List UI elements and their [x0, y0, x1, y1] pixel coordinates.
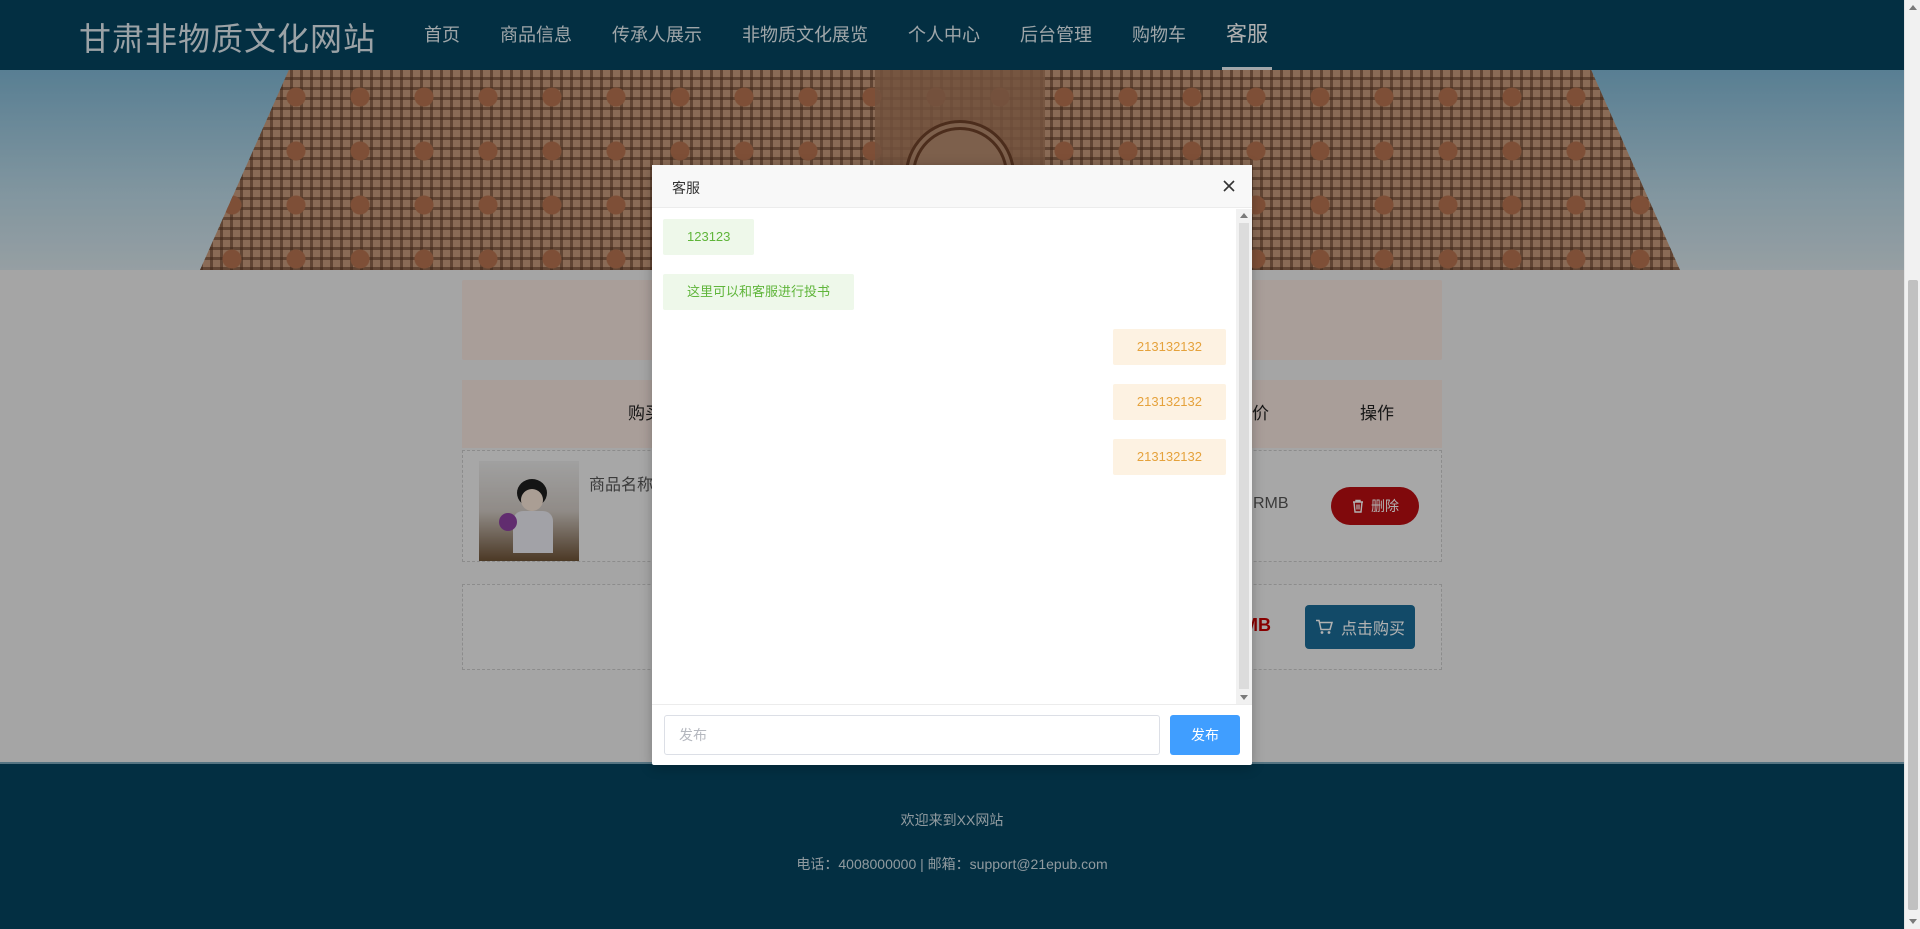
- dialog-footer: 发布: [652, 704, 1252, 765]
- scroll-up-arrow-icon[interactable]: [1909, 5, 1917, 10]
- chat-message-left: 这里可以和客服进行投书: [663, 274, 855, 310]
- page-scrollbar[interactable]: [1904, 0, 1920, 929]
- send-button[interactable]: 发布: [1170, 715, 1240, 755]
- scroll-down-arrow-icon[interactable]: [1909, 919, 1917, 924]
- chat-scroll-up-icon[interactable]: [1240, 213, 1248, 218]
- chat-message-right: 213132132: [1112, 384, 1226, 420]
- chat-message-right: 213132132: [1112, 329, 1226, 365]
- chat-message-area[interactable]: 123123 这里可以和客服进行投书 213132132 213132132 2…: [652, 209, 1252, 704]
- chat-scrollbar[interactable]: [1236, 209, 1252, 704]
- dialog-title: 客服: [672, 180, 700, 196]
- dialog-header: 客服: [652, 165, 1252, 208]
- chat-message-left: 123123: [663, 219, 755, 255]
- chat-message-right: 213132132: [1112, 439, 1226, 475]
- chat-input[interactable]: [664, 715, 1160, 755]
- customer-service-dialog: 客服 123123 这里可以和客服进行投书 213132132 21313213…: [652, 165, 1252, 765]
- close-icon[interactable]: [1218, 175, 1240, 197]
- page-scroll-thumb[interactable]: [1908, 280, 1918, 910]
- chat-scroll-down-icon[interactable]: [1240, 695, 1248, 700]
- chat-scroll-thumb[interactable]: [1239, 223, 1249, 689]
